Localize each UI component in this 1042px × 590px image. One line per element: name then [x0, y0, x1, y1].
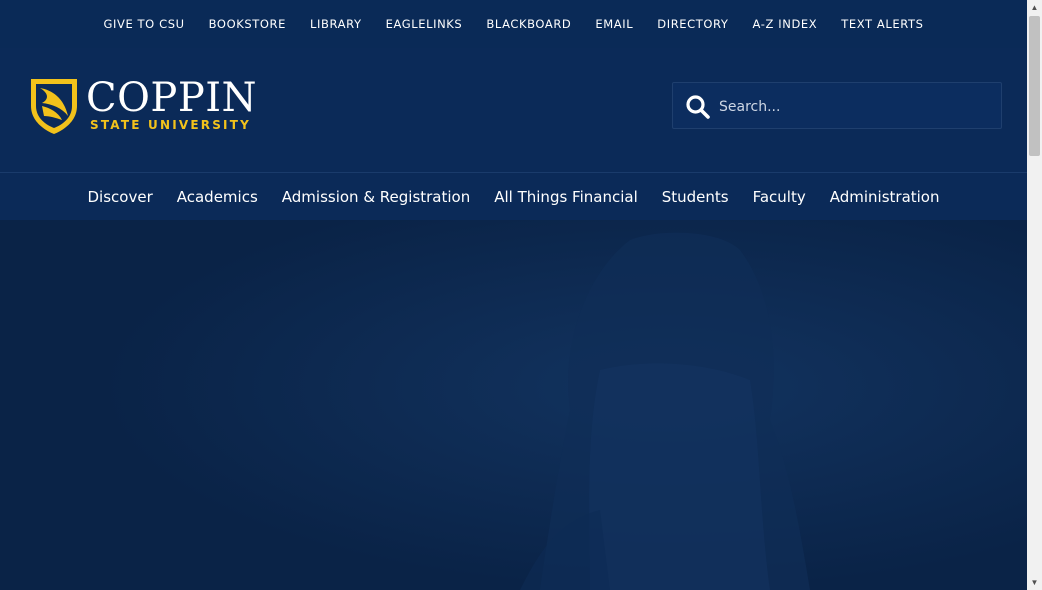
search-icon[interactable]: [685, 94, 711, 120]
utility-link-blackboard[interactable]: BLACKBOARD: [486, 17, 571, 31]
nav-all-things-financial[interactable]: All Things Financial: [494, 188, 638, 206]
arrow-up-icon[interactable]: ▲: [1027, 0, 1042, 15]
search-input[interactable]: [717, 91, 991, 123]
arrow-down-icon[interactable]: ▼: [1027, 575, 1042, 590]
utility-link-az-index[interactable]: A-Z INDEX: [753, 17, 818, 31]
utility-bar: GIVE TO CSU BOOKSTORE LIBRARY EAGLELINKS…: [0, 0, 1027, 48]
search-box: [672, 82, 1002, 129]
nav-discover[interactable]: Discover: [88, 188, 153, 206]
utility-link-bookstore[interactable]: BOOKSTORE: [209, 17, 286, 31]
scrollbar[interactable]: ▲ ▼: [1027, 0, 1042, 590]
hero-background-image: [0, 220, 1027, 590]
logo-name: COPPIN: [86, 75, 258, 121]
nav-students[interactable]: Students: [662, 188, 729, 206]
hero-image: [0, 220, 1027, 590]
utility-link-text-alerts[interactable]: TEXT ALERTS: [841, 17, 923, 31]
logo-subtitle: STATE UNIVERSITY: [90, 118, 251, 132]
utility-link-directory[interactable]: DIRECTORY: [657, 17, 728, 31]
nav-academics[interactable]: Academics: [177, 188, 258, 206]
utility-link-give[interactable]: GIVE TO CSU: [103, 17, 184, 31]
scrollbar-thumb[interactable]: [1029, 16, 1040, 156]
university-logo[interactable]: COPPIN STATE UNIVERSITY: [28, 76, 258, 136]
main-nav: Discover Academics Admission & Registrat…: [0, 172, 1027, 220]
shield-logo-icon: [31, 79, 77, 134]
utility-link-email[interactable]: EMAIL: [595, 17, 633, 31]
page: GIVE TO CSU BOOKSTORE LIBRARY EAGLELINKS…: [0, 0, 1027, 590]
nav-administration[interactable]: Administration: [830, 188, 940, 206]
utility-link-library[interactable]: LIBRARY: [310, 17, 362, 31]
nav-admission-registration[interactable]: Admission & Registration: [282, 188, 470, 206]
utility-link-eaglelinks[interactable]: EAGLELINKS: [386, 17, 463, 31]
nav-faculty[interactable]: Faculty: [753, 188, 806, 206]
